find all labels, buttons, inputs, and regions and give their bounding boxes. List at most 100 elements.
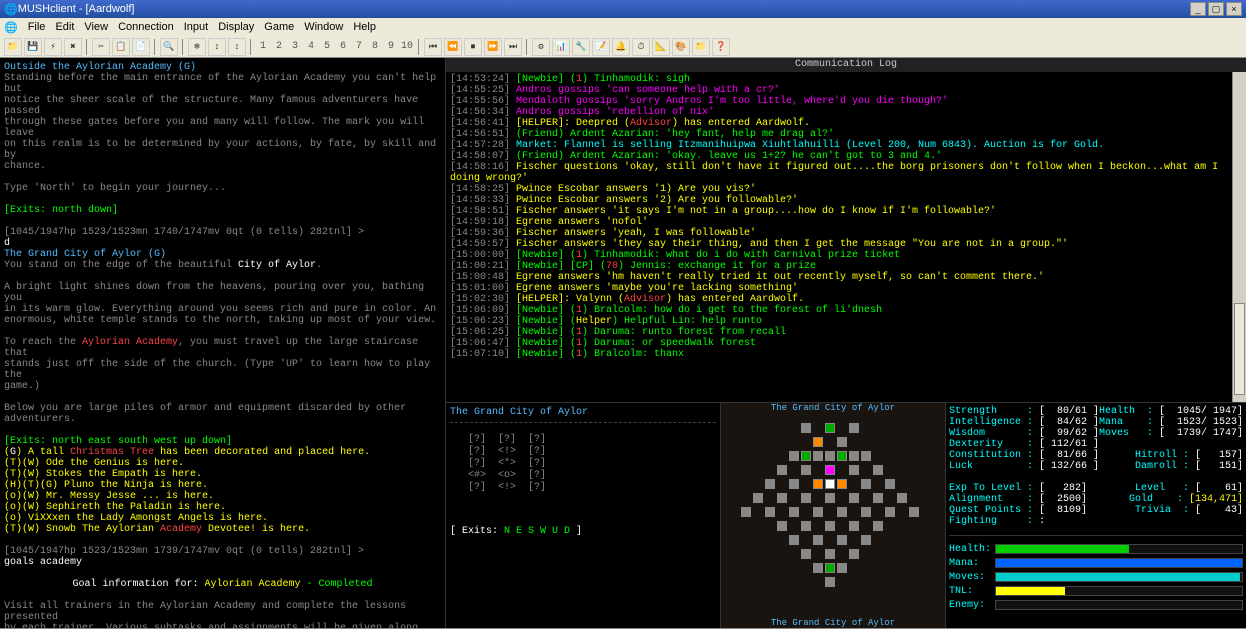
map-room[interactable] bbox=[837, 451, 847, 461]
map-room[interactable] bbox=[825, 521, 835, 531]
tool-e-icon[interactable]: ⏭ bbox=[504, 38, 522, 56]
tool-a-icon[interactable]: ⏮ bbox=[424, 38, 442, 56]
map-room[interactable] bbox=[801, 423, 811, 433]
map-room[interactable] bbox=[777, 493, 787, 503]
map-room[interactable] bbox=[837, 507, 847, 517]
map-room[interactable] bbox=[849, 423, 859, 433]
map-room[interactable] bbox=[849, 493, 859, 503]
map-room[interactable] bbox=[861, 535, 871, 545]
minimize-button[interactable]: _ bbox=[1190, 2, 1206, 16]
map-room[interactable] bbox=[801, 493, 811, 503]
map-room[interactable] bbox=[789, 507, 799, 517]
minimap[interactable]: The Grand City of Aylor The Grand City o… bbox=[721, 403, 946, 628]
map-room[interactable] bbox=[825, 563, 835, 573]
map-room[interactable] bbox=[861, 451, 871, 461]
tool-scroll-icon[interactable]: ↕ bbox=[208, 38, 226, 56]
tool-connect-icon[interactable]: ⚡ bbox=[44, 38, 62, 56]
menu-display[interactable]: Display bbox=[218, 21, 254, 33]
map-room[interactable] bbox=[825, 493, 835, 503]
map-room[interactable] bbox=[801, 465, 811, 475]
map-room[interactable] bbox=[789, 451, 799, 461]
tool-scroll2-icon[interactable]: ↕ bbox=[228, 38, 246, 56]
world-9[interactable]: 9 bbox=[384, 39, 398, 55]
tool-g-icon[interactable]: 📊 bbox=[552, 38, 570, 56]
world-1[interactable]: 1 bbox=[256, 39, 270, 55]
map-room[interactable] bbox=[825, 423, 835, 433]
menu-file[interactable]: File bbox=[28, 21, 46, 33]
tool-disconnect-icon[interactable]: ✖ bbox=[64, 38, 82, 56]
map-room[interactable] bbox=[765, 479, 775, 489]
map-room[interactable] bbox=[849, 549, 859, 559]
command-input-bar[interactable] bbox=[0, 628, 1246, 644]
tool-i-icon[interactable]: 📝 bbox=[592, 38, 610, 56]
tool-h-icon[interactable]: 🔧 bbox=[572, 38, 590, 56]
map-room[interactable] bbox=[813, 437, 823, 447]
map-room[interactable] bbox=[741, 507, 751, 517]
map-room[interactable] bbox=[861, 507, 871, 517]
menu-view[interactable]: View bbox=[84, 21, 108, 33]
map-room[interactable] bbox=[813, 563, 823, 573]
game-output[interactable]: Outside the Aylorian Academy (G) Standin… bbox=[0, 58, 446, 628]
maximize-button[interactable]: ▢ bbox=[1208, 2, 1224, 16]
map-room[interactable] bbox=[873, 493, 883, 503]
close-button[interactable]: × bbox=[1226, 2, 1242, 16]
map-room[interactable] bbox=[897, 493, 907, 503]
tool-d-icon[interactable]: ⏩ bbox=[484, 38, 502, 56]
world-2[interactable]: 2 bbox=[272, 39, 286, 55]
tool-j-icon[interactable]: 🔔 bbox=[612, 38, 630, 56]
world-8[interactable]: 8 bbox=[368, 39, 382, 55]
map-room[interactable] bbox=[813, 479, 823, 489]
tool-copy-icon[interactable]: 📋 bbox=[112, 38, 130, 56]
map-room[interactable] bbox=[801, 451, 811, 461]
map-room[interactable] bbox=[801, 549, 811, 559]
menu-edit[interactable]: Edit bbox=[55, 21, 74, 33]
menu-game[interactable]: Game bbox=[264, 21, 294, 33]
communication-log[interactable]: Communication Log [14:53:24] [Newbie] (1… bbox=[446, 58, 1246, 403]
command-input[interactable] bbox=[0, 629, 1246, 644]
map-room[interactable] bbox=[837, 563, 847, 573]
map-room[interactable] bbox=[813, 507, 823, 517]
map-room[interactable] bbox=[861, 479, 871, 489]
map-room[interactable] bbox=[837, 479, 847, 489]
world-6[interactable]: 6 bbox=[336, 39, 350, 55]
tool-open-icon[interactable]: 📁 bbox=[4, 38, 22, 56]
map-room[interactable] bbox=[813, 451, 823, 461]
map-room[interactable] bbox=[825, 479, 835, 489]
comm-scrollbar[interactable] bbox=[1232, 72, 1246, 402]
map-room[interactable] bbox=[885, 507, 895, 517]
tool-m-icon[interactable]: 🎨 bbox=[672, 38, 690, 56]
world-7[interactable]: 7 bbox=[352, 39, 366, 55]
world-4[interactable]: 4 bbox=[304, 39, 318, 55]
map-room[interactable] bbox=[873, 521, 883, 531]
tool-n-icon[interactable]: 📁 bbox=[692, 38, 710, 56]
map-room[interactable] bbox=[825, 549, 835, 559]
menu-connection[interactable]: Connection bbox=[118, 21, 174, 33]
tool-save-icon[interactable]: 💾 bbox=[24, 38, 42, 56]
menu-input[interactable]: Input bbox=[184, 21, 208, 33]
map-room[interactable] bbox=[765, 507, 775, 517]
map-room[interactable] bbox=[789, 479, 799, 489]
menu-window[interactable]: Window bbox=[304, 21, 343, 33]
map-room[interactable] bbox=[849, 465, 859, 475]
map-room[interactable] bbox=[885, 479, 895, 489]
map-room[interactable] bbox=[777, 521, 787, 531]
map-room[interactable] bbox=[825, 451, 835, 461]
map-room[interactable] bbox=[813, 535, 823, 545]
tool-o-icon[interactable]: ❓ bbox=[712, 38, 730, 56]
tool-freeze-icon[interactable]: ❄ bbox=[188, 38, 206, 56]
map-room[interactable] bbox=[789, 535, 799, 545]
map-room[interactable] bbox=[849, 451, 859, 461]
tool-k-icon[interactable]: ⏱ bbox=[632, 38, 650, 56]
map-room[interactable] bbox=[837, 437, 847, 447]
tool-l-icon[interactable]: 📐 bbox=[652, 38, 670, 56]
map-room[interactable] bbox=[825, 465, 835, 475]
world-10[interactable]: 10 bbox=[400, 39, 414, 55]
map-room[interactable] bbox=[801, 521, 811, 531]
tool-b-icon[interactable]: ⏪ bbox=[444, 38, 462, 56]
map-room[interactable] bbox=[873, 465, 883, 475]
world-3[interactable]: 3 bbox=[288, 39, 302, 55]
tool-paste-icon[interactable]: 📄 bbox=[132, 38, 150, 56]
map-room[interactable] bbox=[837, 535, 847, 545]
tool-c-icon[interactable]: ⏹ bbox=[464, 38, 482, 56]
map-room[interactable] bbox=[909, 507, 919, 517]
